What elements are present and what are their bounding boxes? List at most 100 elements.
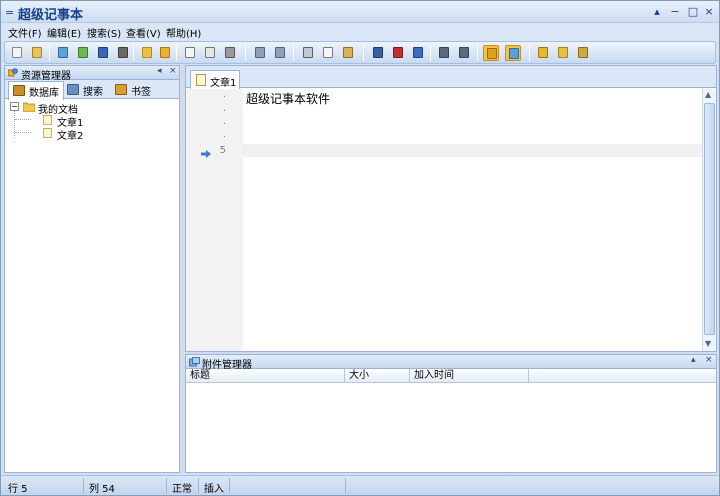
line-number: · bbox=[222, 132, 226, 143]
save-all-button[interactable] bbox=[115, 45, 131, 61]
line-number: · bbox=[222, 92, 226, 103]
system-menu-icon[interactable]: = bbox=[5, 6, 14, 19]
folder-open-button[interactable] bbox=[157, 45, 173, 61]
options-button[interactable] bbox=[575, 45, 591, 61]
status-separator bbox=[345, 478, 346, 493]
status-line: 行 5 bbox=[8, 484, 28, 495]
menu-file[interactable]: 文件(F) bbox=[8, 25, 42, 40]
menu-search[interactable]: 搜索(S) bbox=[87, 25, 121, 40]
title-bar[interactable]: = 超级记事本 ▴ − □ × bbox=[1, 1, 719, 23]
new-button[interactable] bbox=[9, 45, 25, 61]
editor-line-1[interactable]: 超级记事本软件 bbox=[246, 90, 330, 107]
attachment-close-button[interactable]: × bbox=[705, 355, 713, 365]
cut-button[interactable] bbox=[300, 45, 316, 61]
save-button[interactable] bbox=[95, 45, 111, 61]
replace-icon bbox=[413, 47, 423, 58]
tab-search-label: 搜索 bbox=[83, 87, 103, 98]
line-number-gutter: · · · · 5 bbox=[186, 89, 243, 351]
outdent-button[interactable] bbox=[456, 45, 472, 61]
editor-vertical-scrollbar[interactable]: ▲ ▼ bbox=[702, 89, 716, 351]
import-icon bbox=[58, 47, 68, 58]
attachment-header: 附件管理器 ▴ × bbox=[186, 355, 716, 371]
close-button[interactable]: × bbox=[701, 4, 717, 20]
import-button[interactable] bbox=[55, 45, 71, 61]
line-number: · bbox=[222, 106, 226, 117]
print-button[interactable] bbox=[222, 45, 238, 61]
attachment-manager-icon bbox=[189, 357, 200, 367]
scroll-thumb[interactable] bbox=[704, 103, 715, 335]
explorer-pin-button[interactable]: ◂ bbox=[157, 66, 162, 76]
key-button[interactable] bbox=[555, 45, 571, 61]
undo-button[interactable] bbox=[252, 45, 268, 61]
current-line-highlight bbox=[243, 144, 702, 157]
outdent-icon bbox=[459, 47, 469, 58]
find-next-icon bbox=[393, 47, 403, 58]
explorer-toggle-icon bbox=[487, 48, 497, 59]
attachment-pin-button[interactable]: ▴ bbox=[691, 355, 696, 365]
export-icon bbox=[78, 47, 88, 58]
toolbar-separator bbox=[477, 45, 478, 61]
menu-view[interactable]: 查看(V) bbox=[126, 25, 161, 40]
tab-database[interactable]: 数据库 bbox=[8, 81, 64, 100]
open-button[interactable] bbox=[29, 45, 45, 61]
search-panel-icon bbox=[67, 84, 79, 95]
minimize-button[interactable]: − bbox=[667, 4, 683, 20]
folder-open-icon bbox=[160, 47, 170, 58]
scroll-up-icon[interactable]: ▲ bbox=[705, 90, 711, 99]
tab-search[interactable]: 搜索 bbox=[63, 81, 107, 99]
find-icon bbox=[373, 47, 383, 58]
tree-item-label: 文章2 bbox=[57, 131, 84, 142]
document-tabs: 文章1 bbox=[186, 66, 716, 89]
explorer-tabs: 数据库 搜索 书签 bbox=[5, 80, 179, 100]
indent-button[interactable] bbox=[436, 45, 452, 61]
save-all-icon bbox=[118, 47, 128, 58]
bookmark-icon bbox=[115, 84, 127, 95]
status-separator bbox=[83, 478, 84, 493]
menu-help[interactable]: 帮助(H) bbox=[166, 25, 201, 40]
status-separator bbox=[166, 478, 167, 493]
redo-button[interactable] bbox=[272, 45, 288, 61]
tab-document-article-1[interactable]: 文章1 bbox=[190, 70, 240, 89]
scroll-down-icon[interactable]: ▼ bbox=[705, 339, 711, 348]
column-header-added-time[interactable]: 加入时间 bbox=[410, 369, 529, 383]
explorer-toggle-button[interactable] bbox=[483, 45, 499, 61]
undo-icon bbox=[255, 47, 265, 58]
find-next-button[interactable] bbox=[390, 45, 406, 61]
status-mode: 正常 bbox=[172, 484, 192, 495]
folder-icon bbox=[142, 47, 152, 58]
tree-expander[interactable]: − bbox=[10, 102, 19, 111]
column-header-size[interactable]: 大小 bbox=[345, 369, 410, 383]
help-collapse-button[interactable]: ▴ bbox=[649, 4, 665, 20]
toolbar-separator bbox=[529, 45, 530, 61]
database-icon bbox=[13, 85, 25, 96]
page-setup-button[interactable] bbox=[202, 45, 218, 61]
text-editor[interactable]: 超级记事本软件 bbox=[243, 89, 702, 351]
status-separator bbox=[198, 478, 199, 493]
new-icon bbox=[12, 47, 22, 58]
column-header-title[interactable]: 标题 bbox=[186, 369, 345, 383]
find-button[interactable] bbox=[370, 45, 386, 61]
lock-button[interactable] bbox=[535, 45, 551, 61]
app-window: = 超级记事本 ▴ − □ × 文件(F) 编辑(E) 搜索(S) 查看(V) … bbox=[0, 0, 720, 496]
tab-database-label: 数据库 bbox=[29, 88, 59, 99]
toolbar-separator bbox=[245, 45, 246, 61]
toolbar-separator bbox=[133, 45, 134, 61]
status-insert: 插入 bbox=[204, 484, 224, 495]
open-icon bbox=[32, 47, 42, 58]
maximize-button[interactable]: □ bbox=[685, 4, 701, 20]
paste-button[interactable] bbox=[340, 45, 356, 61]
options-icon bbox=[578, 47, 588, 58]
status-column: 列 54 bbox=[89, 484, 115, 495]
export-button[interactable] bbox=[75, 45, 91, 61]
replace-button[interactable] bbox=[410, 45, 426, 61]
save-icon bbox=[98, 47, 108, 58]
print-preview-button[interactable] bbox=[182, 45, 198, 61]
explorer-close-button[interactable]: × bbox=[169, 66, 177, 76]
menu-edit[interactable]: 编辑(E) bbox=[47, 25, 81, 40]
attachment-toggle-button[interactable] bbox=[505, 45, 521, 61]
document-tab-label: 文章1 bbox=[210, 78, 237, 89]
copy-button[interactable] bbox=[320, 45, 336, 61]
toolbar-separator bbox=[49, 45, 50, 61]
folder-button[interactable] bbox=[139, 45, 155, 61]
tab-bookmark[interactable]: 书签 bbox=[111, 81, 155, 99]
